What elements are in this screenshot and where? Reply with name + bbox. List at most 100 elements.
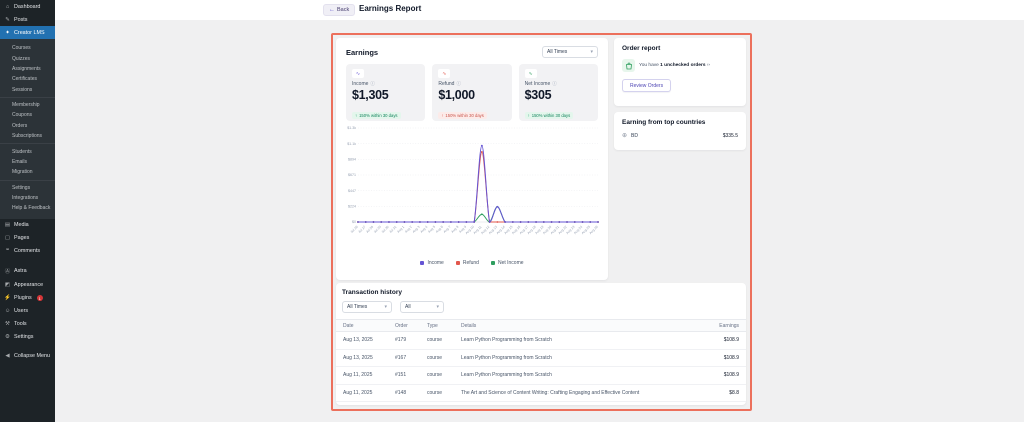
cell-details: Learn Python Programming from Scratch [461,372,683,378]
svg-text:Aug 3: Aug 3 [412,225,421,234]
submenu-item-quizzes[interactable]: Quizzes [0,53,55,63]
svg-text:$1.3k: $1.3k [347,126,356,130]
svg-text:Aug 1: Aug 1 [396,225,405,234]
cell-date: Aug 13, 2025 [343,337,395,343]
sidebar-item-posts[interactable]: ✎Posts [0,13,55,26]
svg-text:Aug 8: Aug 8 [450,225,459,234]
country-row: ⊕ BD $335.5 [622,132,738,139]
up-arrow-icon: ↑ [441,113,443,118]
transactions-header-row: DateOrderTypeDetailsEarnings [336,319,746,332]
column-header-details: Details [461,323,683,329]
pages-icon: ▢ [4,235,11,241]
sidebar-item-label: Posts [14,17,27,23]
svg-text:Jul 26: Jul 26 [350,225,359,234]
cell-date: Aug 11, 2025 [343,390,395,396]
sidebar-item-collapse-menu[interactable]: ◀Collapse Menu [0,350,55,363]
earnings-time-filter[interactable]: All Times ▾ [542,46,598,58]
submenu-item-coupons[interactable]: Coupons [0,110,55,120]
transactions-time-filter[interactable]: All Times ▾ [342,301,392,313]
table-row[interactable]: Aug 11, 2025#151courseLearn Python Progr… [336,367,746,385]
submenu-item-integrations[interactable]: Integrations [0,193,55,203]
back-button[interactable]: ← Back [323,4,355,16]
sidebar-item-users[interactable]: ☺Users [0,305,55,318]
sidebar-item-pages[interactable]: ▢Pages [0,232,55,245]
submenu-item-sessions[interactable]: Sessions [0,85,55,95]
stat-label: Incomeⓘ [352,81,419,87]
top-countries-title: Earning from top countries [622,119,738,126]
transactions-type-filter[interactable]: All ▾ [400,301,444,313]
tools-icon: ⚒ [4,321,11,327]
sidebar-item-label: Tools [14,321,27,327]
submenu-item-membership[interactable]: Membership [0,100,55,110]
submenu-item-students[interactable]: Students [0,146,55,156]
submenu-item-subscriptions[interactable]: Subscriptions [0,131,55,141]
sidebar-item-tools[interactable]: ⚒Tools [0,318,55,331]
svg-text:Aug 2: Aug 2 [404,225,413,234]
legend-swatch [420,261,424,265]
submenu-item-emails[interactable]: Emails [0,157,55,167]
stat-card-income: ∿Incomeⓘ$1,305↑150% within 30 days [346,64,425,121]
info-icon: ⓘ [552,81,557,87]
submenu-item-courses[interactable]: Courses [0,43,55,53]
cell-details: The Art and Science of Content Writing: … [461,390,683,396]
stat-card-net-income: ∿Net Incomeⓘ$305↑150% within 30 days [519,64,598,121]
cell-order: #167 [395,355,427,361]
submenu-item-migration[interactable]: Migration [0,167,55,177]
astra-icon: Ⓐ [4,267,11,275]
up-arrow-icon: ↑ [355,113,357,118]
svg-text:$671: $671 [348,173,356,177]
sidebar-item-comments[interactable]: ❝Comments [0,245,55,258]
unchecked-orders-message: You have 1 unchecked orders ›› [639,63,710,68]
sidebar-item-plugins[interactable]: ⚡Plugins1 [0,292,55,305]
review-orders-button[interactable]: Review Orders [622,79,671,92]
table-row[interactable]: Aug 13, 2025#167courseLearn Python Progr… [336,350,746,368]
legend-label: Income [427,260,443,266]
legend-label: Refund [463,260,479,266]
stat-trend-badge: ↑150% within 30 days [525,112,574,119]
earnings-stats-row: ∿Incomeⓘ$1,305↑150% within 30 days∿Refun… [336,62,608,121]
submenu-item-orders[interactable]: Orders [0,121,55,131]
stat-trend-text: 150% within 30 days [445,113,483,118]
stat-label: Net Incomeⓘ [525,81,592,87]
up-arrow-icon: ↑ [528,113,530,118]
stat-value: $305 [525,88,592,102]
sidebar-item-label: Comments [14,248,40,254]
cell-earnings: $108.9 [683,355,739,361]
sidebar-item-label: Users [14,308,28,314]
submenu-item-certificates[interactable]: Certificates [0,74,55,84]
plugins-update-badge: 1 [37,295,43,301]
sidebar-item-creator-lms[interactable]: ✦Creator LMS [0,26,55,39]
creator-lms-icon: ✦ [4,30,11,36]
svg-text:$894: $894 [348,158,356,162]
submenu-group: SettingsIntegrationsHelp & Feedback [0,180,55,216]
submenu-item-assignments[interactable]: Assignments [0,64,55,74]
sidebar-item-dashboard[interactable]: ⌂Dashboard [0,0,55,13]
order-msg-prefix: You have [639,63,660,68]
earnings-report-page: ⌂Dashboard✎Posts✦Creator LMS CoursesQuizz… [0,0,1024,422]
chart-legend: IncomeRefundNet Income [336,260,608,266]
svg-text:Aug 5: Aug 5 [427,225,436,234]
transactions-time-filter-value: All Times [347,304,367,310]
svg-text:Aug 7: Aug 7 [443,225,452,234]
sidebar-item-settings[interactable]: ⚙Settings [0,331,55,344]
table-row[interactable]: Aug 11, 2025#148courseThe Art and Scienc… [336,385,746,403]
legend-item-income: Income [420,260,443,266]
svg-text:Jul 28: Jul 28 [365,225,374,234]
sidebar-item-astra[interactable]: ⒶAstra [0,264,55,279]
chevron-down-icon: ▾ [590,49,593,55]
svg-text:Aug 6: Aug 6 [435,225,444,234]
submenu-item-settings[interactable]: Settings [0,183,55,193]
sidebar-item-appearance[interactable]: ◩Appearance [0,279,55,292]
country-code: BD [631,133,638,139]
series-line-net-income [358,207,598,222]
settings-icon: ⚙ [4,334,11,340]
legend-item-refund: Refund [456,260,479,266]
sidebar-item-media[interactable]: ▤Media [0,219,55,232]
table-row[interactable]: Aug 13, 2025#179courseLearn Python Progr… [336,332,746,350]
svg-text:$1.1k: $1.1k [347,142,356,146]
submenu-item-help-feedback[interactable]: Help & Feedback [0,203,55,213]
sidebar-item-label: Collapse Menu [14,353,50,359]
appearance-icon: ◩ [4,282,11,288]
svg-text:Jul 30: Jul 30 [381,225,390,234]
cell-order: #148 [395,390,427,396]
